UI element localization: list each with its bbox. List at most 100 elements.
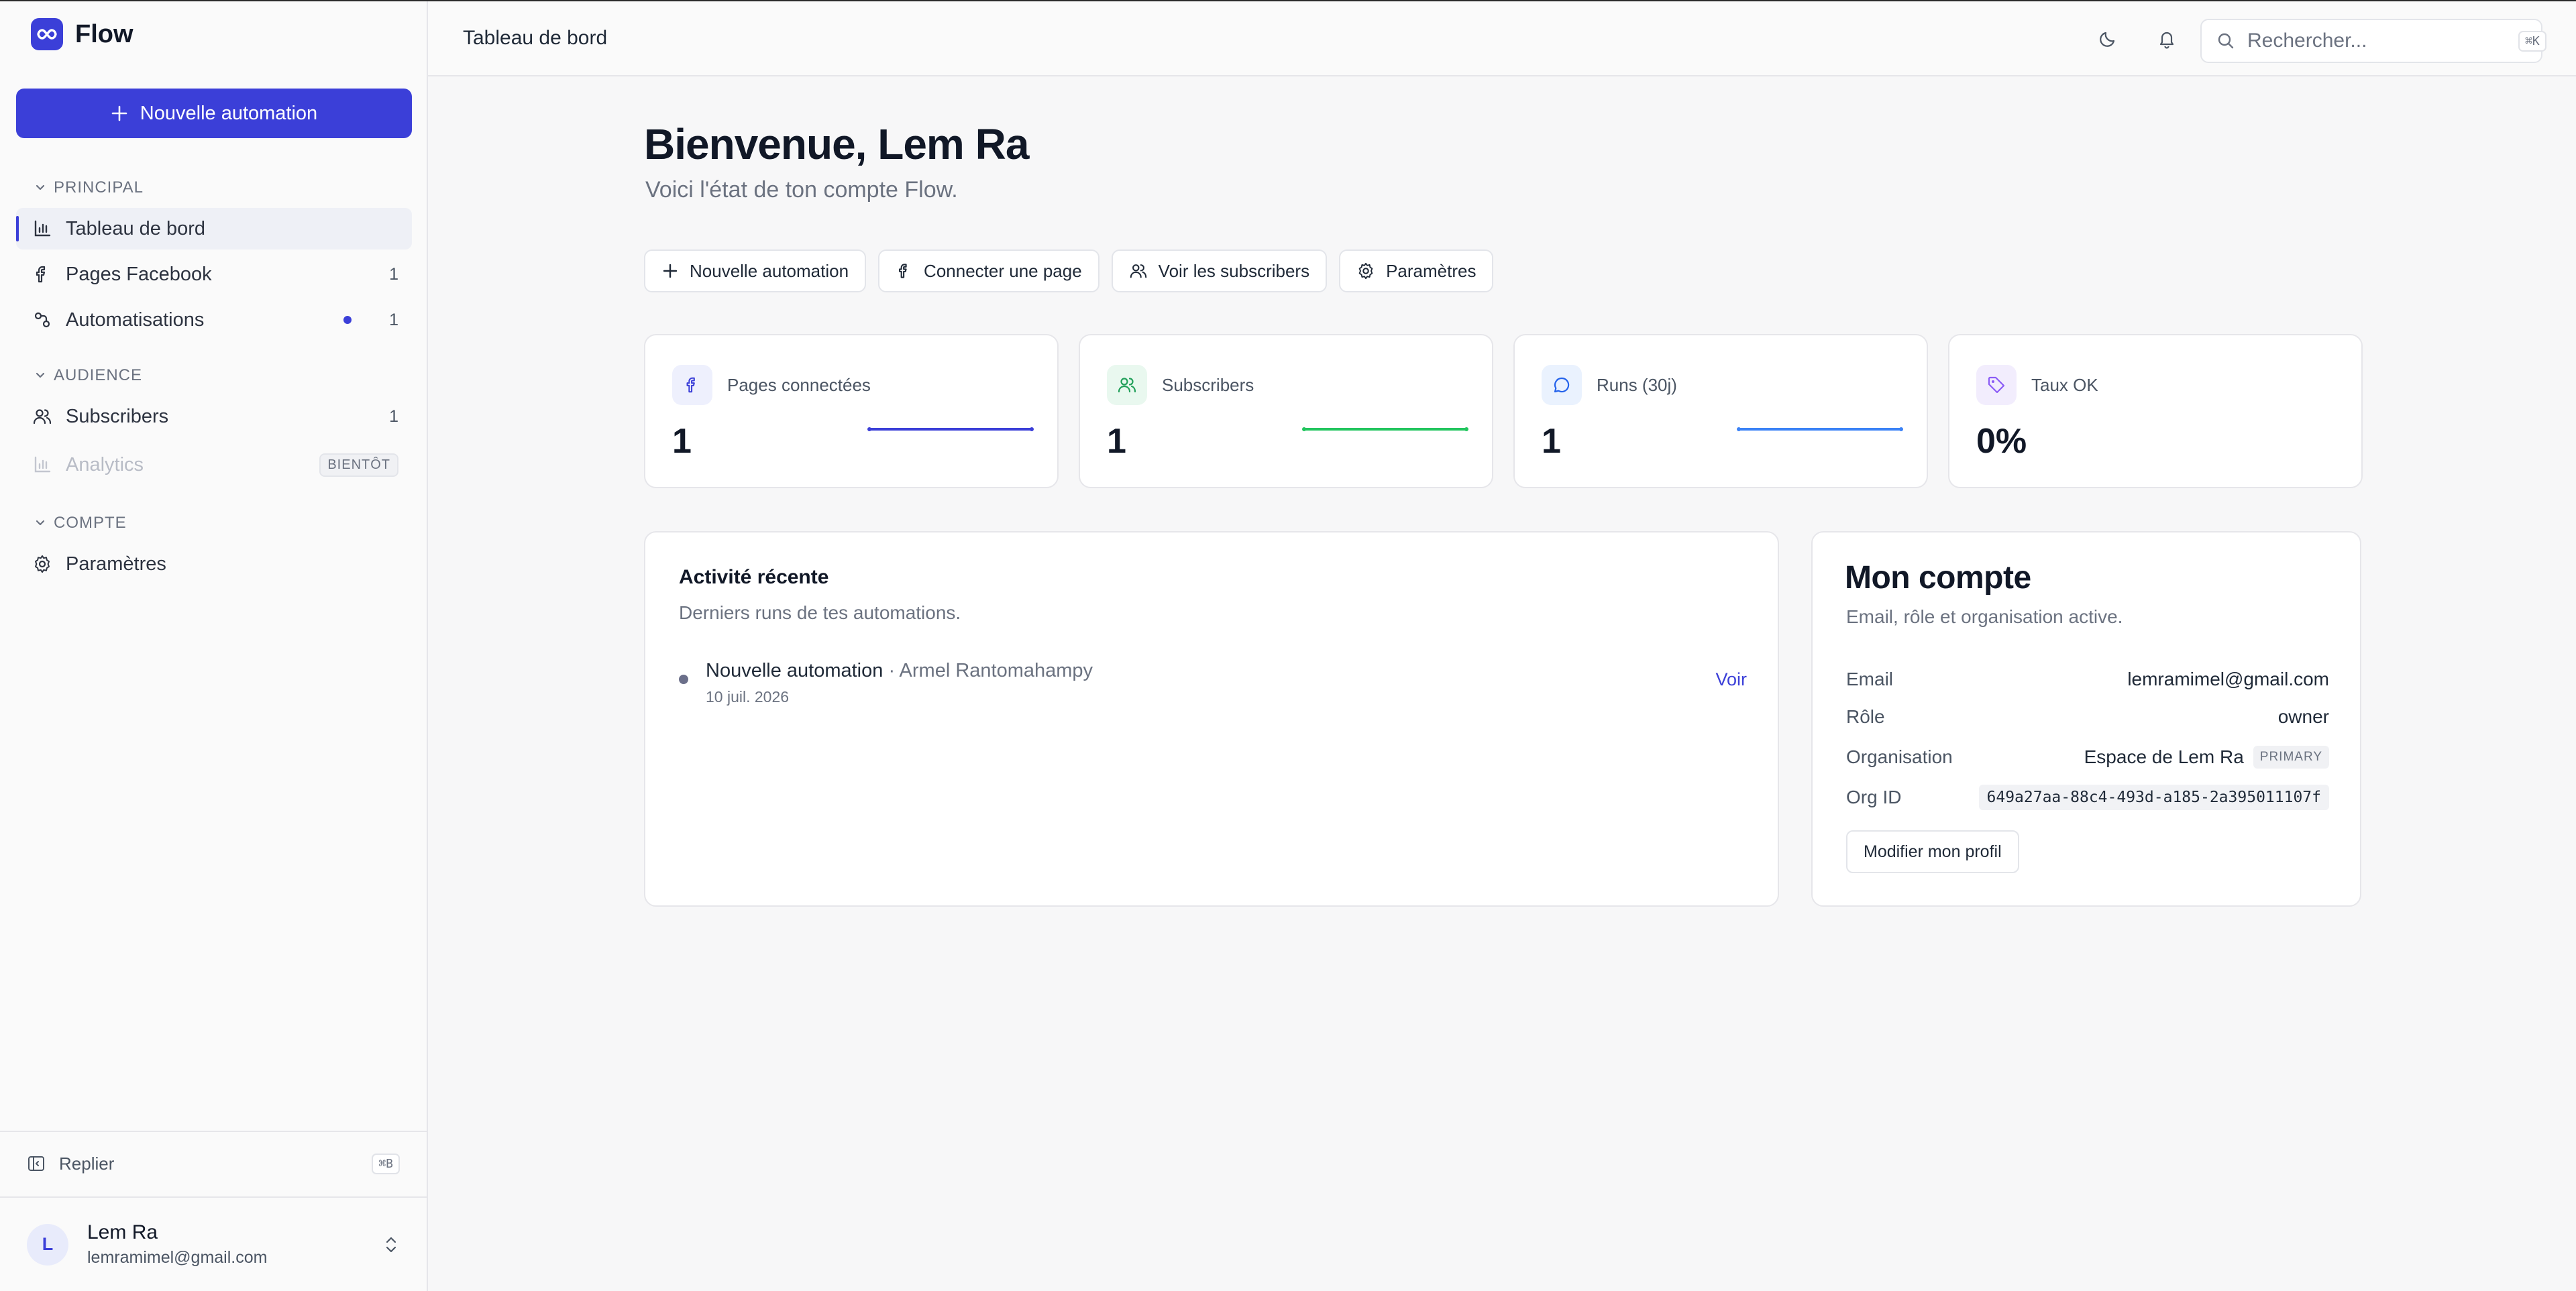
chevron-up-down-icon [382,1235,400,1255]
stat-card-pages: Pages connectées 1 [644,334,1059,488]
account-key: Rôle [1846,706,1885,727]
stat-card-subscribers: Subscribers 1 [1079,334,1493,488]
sidebar-item-label: Automatisations [66,308,205,331]
sidebar-item-label: Subscribers [66,405,169,427]
search-box[interactable]: ⌘K [2200,19,2546,63]
stat-value: 1 [1542,422,1561,461]
chevron-down-icon [34,369,47,382]
sidebar-collapse-icon [27,1154,46,1173]
edit-profile-button[interactable]: Modifier mon profil [1846,830,2019,873]
chevron-down-icon [34,516,47,530]
stat-card-success-rate: Taux OK 0% [1948,334,2363,488]
sidebar: Flow Nouvelle automation PRINCIPAL Table… [0,1,428,1291]
sidebar-item-analytics: Analytics BIENTÔT [16,444,412,486]
sidebar-item-subscribers[interactable]: Subscribers 1 [16,396,412,437]
collapse-sidebar-button[interactable]: Replier ⌘B [0,1131,427,1195]
account-row-org-id: Org ID 649a27aa-88c4-493d-a185-2a3950111… [1846,782,2329,813]
section-audience-label: AUDIENCE [54,366,143,384]
search-shortcut: ⌘K [2518,30,2546,52]
account-org-value: Espace de Lem Ra [2084,746,2244,767]
infinity-icon [31,18,63,50]
quick-settings-button[interactable]: Paramètres [1339,249,1494,292]
stat-value: 0% [1976,422,2027,461]
moon-icon[interactable] [2094,25,2121,52]
stat-label: Runs (30j) [1597,374,1677,395]
stat-label: Taux OK [2031,374,2098,395]
user-name: Lem Ra [87,1221,158,1243]
chevron-down-icon [34,181,47,194]
list-item: Nouvelle automation · Armel Rantomahampy… [679,660,1747,714]
account-key: Email [1846,669,1894,689]
coming-soon-badge: BIENTÔT [319,453,398,477]
users-icon [1107,365,1147,405]
status-dot [679,675,688,684]
section-compte-label: COMPTE [54,514,127,532]
account-row-email: Email lemramimel@gmail.com [1846,664,2329,695]
quick-action-label: Connecter une page [924,260,1082,281]
activity-date: 10 juil. 2026 [706,688,790,706]
account-email-value: lemramimel@gmail.com [2127,669,2329,689]
count-badge: 1 [389,406,398,426]
bell-icon[interactable] [2153,25,2180,52]
unread-dot [343,316,352,324]
user-email: lemramimel@gmail.com [87,1248,268,1267]
org-id-value: 649a27aa-88c4-493d-a185-2a395011107f [1978,785,2329,810]
section-principal-label: PRINCIPAL [54,178,144,197]
stat-value: 1 [672,422,692,461]
activity-user: · Armel Rantomahampy [883,660,1093,681]
sidebar-item-label: Tableau de bord [66,217,205,239]
users-icon [32,406,52,427]
account-key: Organisation [1846,746,1953,767]
section-compte-toggle[interactable]: COMPTE [34,512,127,534]
search-icon [2216,32,2235,50]
message-circle-icon [1542,365,1582,405]
stat-card-runs: Runs (30j) 1 [1513,334,1928,488]
quick-action-label: Paramètres [1386,260,1477,281]
quick-new-automation-button[interactable]: Nouvelle automation [644,249,867,292]
bar-chart-icon [32,219,52,239]
activity-title: Activité récente [679,566,829,588]
tag-icon [1976,365,2017,405]
account-row-organisation: Organisation Espace de Lem Ra PRIMARY [1846,742,2329,773]
user-menu[interactable]: L Lem Ra lemramimel@gmail.com [0,1196,427,1291]
section-principal-toggle[interactable]: PRINCIPAL [34,177,144,199]
sidebar-item-automations[interactable]: Automatisations 1 [16,299,412,341]
activity-subtitle: Derniers runs de tes automations. [679,602,961,623]
account-row-role: Rôle owner [1846,701,2329,732]
section-audience-toggle[interactable]: AUDIENCE [34,365,142,386]
sidebar-item-facebook-pages[interactable]: Pages Facebook 1 [16,254,412,295]
brand[interactable]: Flow [31,17,133,51]
quick-connect-page-button[interactable]: Connecter une page [878,249,1099,292]
sidebar-item-settings[interactable]: Paramètres [16,543,412,585]
collapse-label: Replier [59,1153,115,1174]
count-badge: 1 [389,310,398,329]
sidebar-item-dashboard[interactable]: Tableau de bord [16,208,412,249]
quick-actions: Nouvelle automation Connecter une page V… [644,249,1494,292]
new-automation-label: Nouvelle automation [140,102,318,124]
sparkline [867,427,1034,431]
search-input[interactable] [2247,30,2506,52]
quick-action-label: Voir les subscribers [1158,260,1310,281]
gear-icon [1356,262,1375,280]
view-run-link[interactable]: Voir [1715,669,1747,690]
quick-action-label: Nouvelle automation [690,260,849,281]
account-title: Mon compte [1845,560,2031,596]
facebook-icon [896,262,913,280]
stat-value: 1 [1107,422,1126,461]
account-card: Mon compte Email, rôle et organisation a… [1811,531,2361,907]
page-subtitle: Voici l'état de ton compte Flow. [645,177,958,203]
sidebar-item-label: Pages Facebook [66,263,212,285]
workflow-icon [32,310,52,330]
account-role-value: owner [2277,706,2329,727]
breadcrumb: Tableau de bord [463,27,608,49]
collapse-shortcut: ⌘B [372,1153,400,1174]
sidebar-item-label: Analytics [66,453,144,475]
plus-icon [111,105,128,122]
plus-icon [661,262,679,280]
quick-view-subscribers-button[interactable]: Voir les subscribers [1111,249,1328,292]
topbar: Tableau de bord ⌘K [428,1,2576,76]
activity-name: Nouvelle automation [706,660,883,681]
facebook-icon [32,264,52,284]
new-automation-button[interactable]: Nouvelle automation [16,89,412,138]
brand-name: Flow [75,19,133,48]
